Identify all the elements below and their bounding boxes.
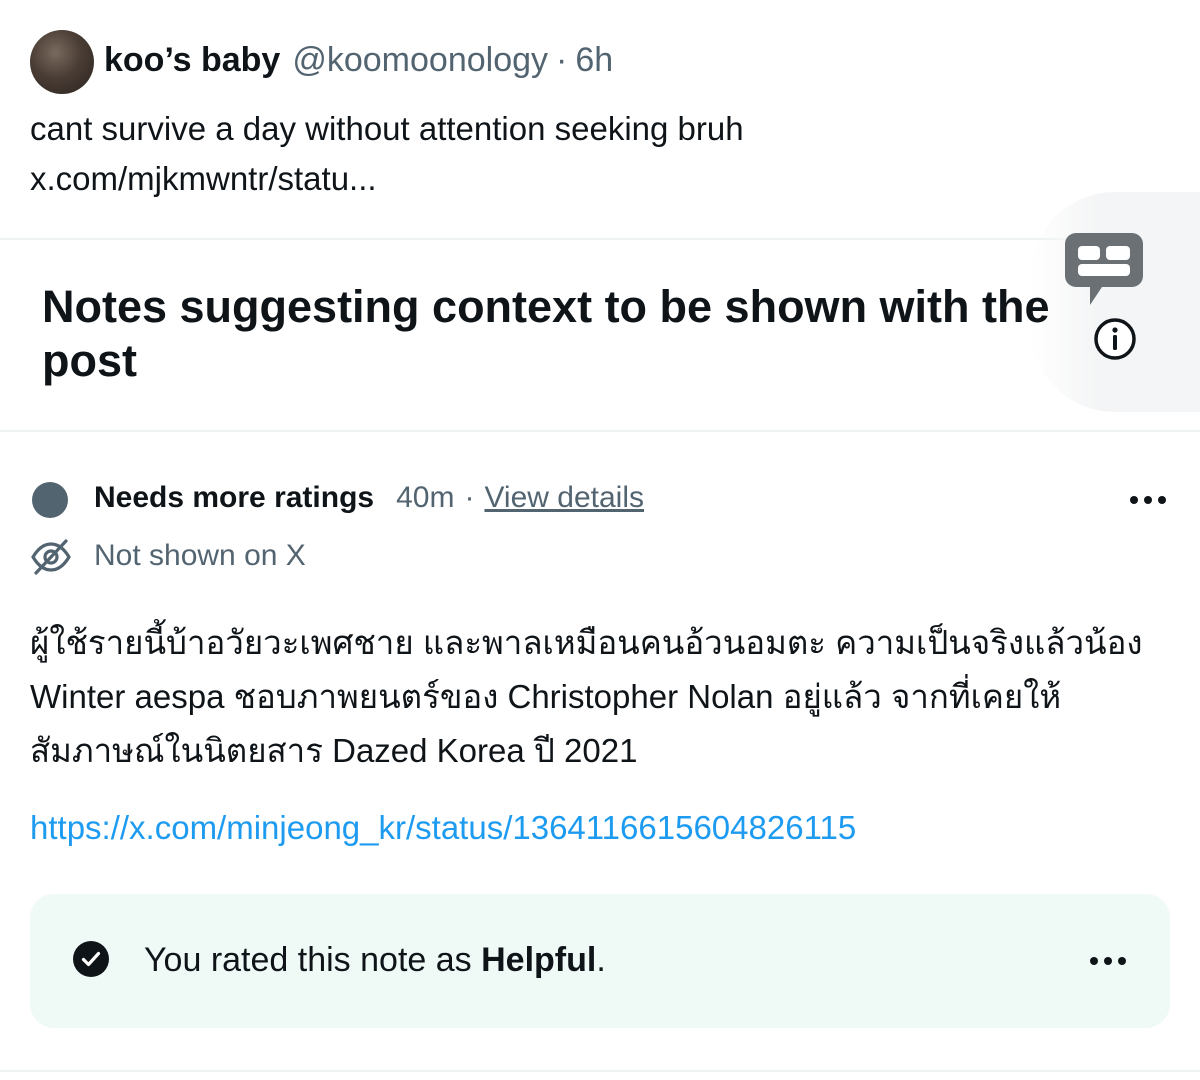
note-body-line: Winter aespa ชอบภาพยนตร์ของ Christopher … [30,678,1062,715]
separator: · [556,40,568,79]
eye-off-icon [31,539,71,575]
handle[interactable]: @koomoonology [292,41,548,80]
rating-box: You rated this note as Helpful. [30,894,1170,1028]
notes-section-title: Notes suggesting context to be shown wit… [42,281,1050,386]
divider [0,1070,1200,1072]
display-name[interactable]: koo’s baby [104,41,280,80]
rating-value: Helpful [481,941,597,979]
page: koo’s baby @koomoonology · 6h cant survi… [0,0,1200,1080]
avatar[interactable] [30,30,94,94]
post[interactable]: koo’s baby @koomoonology · 6h cant survi… [0,0,1200,238]
post-text: cant survive a day without attention see… [30,104,1130,204]
rating-more-options-icon[interactable] [1088,955,1128,967]
checkmark-icon [73,941,109,977]
view-details-link[interactable]: View details [484,481,644,515]
community-notes-icon[interactable] [1062,230,1146,310]
note-source-link[interactable]: https://x.com/minjeong_kr/status/1364116… [30,806,856,850]
note-status: Needs more ratings [94,481,375,514]
divider [0,430,1200,432]
post-time[interactable]: 6h [575,41,613,80]
info-icon[interactable] [1092,316,1138,362]
more-options-icon[interactable] [1128,494,1168,506]
rating-text: You rated this note as Helpful. [144,938,606,982]
divider [0,238,1200,240]
note-time: 40m [396,481,455,514]
rating-suffix: . [596,941,606,979]
note-header: Needs more ratings 40m · View details [94,478,644,518]
post-link[interactable]: x.com/mjkmwntr/statu... [30,154,1130,204]
note-body-line: ผู้ใช้รายนี้บ้าอวัยวะเพศชาย และพาลเหมือน… [30,624,1143,661]
post-header: koo’s baby @koomoonology · 6h [104,38,613,82]
post-text-line: cant survive a day without attention see… [30,110,744,147]
status-dot [32,482,68,518]
visibility-status: Not shown on X [94,539,306,572]
rating-prefix: You rated this note as [144,941,482,979]
separator: · [464,481,475,514]
note-body-line: สัมภาษณ์ในนิตยสาร Dazed Korea ปี 2021 [30,732,638,769]
note-body: ผู้ใช้รายนี้บ้าอวัยวะเพศชาย และพาลเหมือน… [30,616,1160,778]
